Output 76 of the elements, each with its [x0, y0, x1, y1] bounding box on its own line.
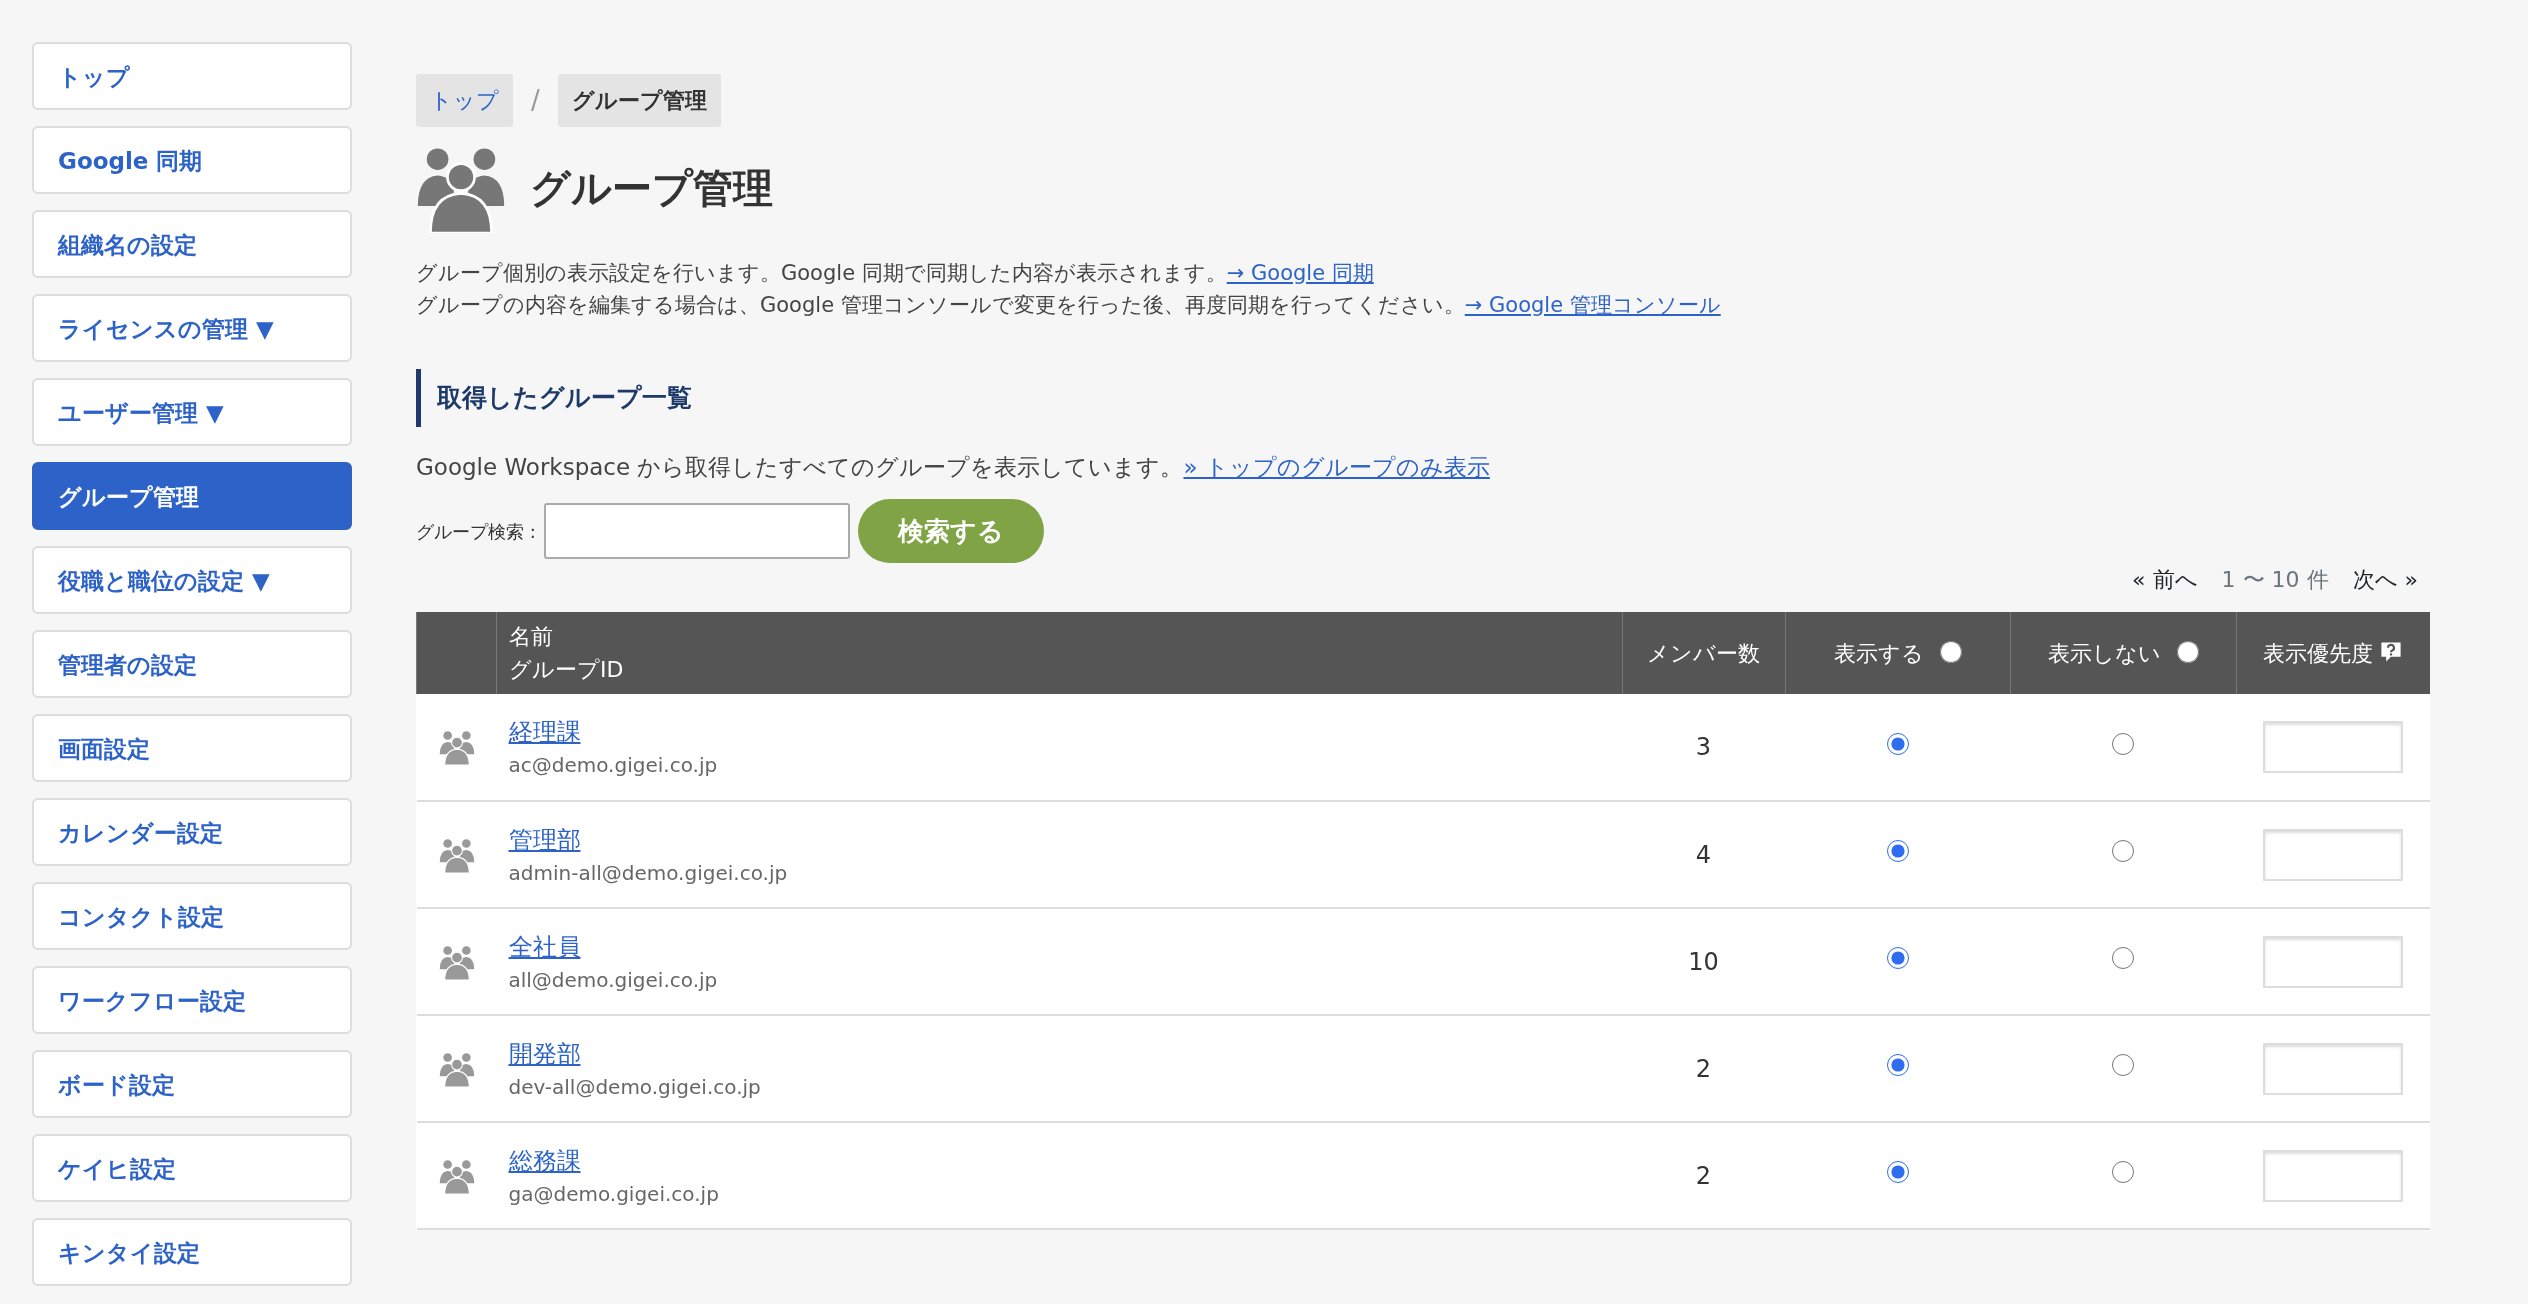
sidebar-item[interactable]: ユーザー管理 ▼ [32, 378, 352, 446]
description-text: グループ個別の表示設定を行います。Google 同期で同期した内容が表示されます。→ Google 同期 [416, 260, 1375, 287]
visibility-radio[interactable] [2112, 840, 2134, 862]
sidebar-item[interactable]: Google 同期 [32, 126, 352, 194]
visibility-radio[interactable] [1886, 840, 1909, 862]
column-header: メンバー数 [1622, 612, 1785, 694]
group-icon [438, 836, 475, 873]
visibility-radio[interactable] [2112, 1054, 2134, 1076]
group-icon [438, 943, 475, 980]
next-page-link[interactable]: 次へ » [2352, 563, 2418, 596]
sidebar-item[interactable]: 管理者の設定 [32, 630, 352, 698]
sidebar-item[interactable]: ボード設定 [32, 1050, 352, 1118]
breadcrumb-separator: / [531, 84, 540, 117]
group-name-link[interactable]: 管理部 [508, 825, 581, 854]
group-name-link[interactable]: 総務課 [508, 1146, 581, 1175]
previous-page-link[interactable]: « 前へ [2132, 563, 2198, 596]
help-icon[interactable] [2379, 639, 2404, 664]
sidebar-item[interactable]: トップ [32, 42, 352, 110]
sidebar-item[interactable]: カレンダー設定 [32, 798, 352, 866]
group-name-link[interactable]: 経理課 [508, 718, 581, 746]
sidebar-item[interactable]: キンタイ設定 [32, 1218, 352, 1286]
priority-field[interactable] [2263, 1149, 2403, 1202]
select-all-radio[interactable] [2176, 640, 2199, 663]
sidebar-item[interactable]: ワークフロー設定 [32, 966, 352, 1034]
filter-link[interactable]: » トップのグループのみ表示 [1183, 454, 1490, 480]
group-id: ac@demo.gigei.co.jp [508, 752, 719, 779]
visibility-radio[interactable] [2112, 1161, 2134, 1183]
group-id: admin-all@demo.gigei.co.jp [508, 859, 789, 887]
group-name-link[interactable]: 開発部 [508, 1039, 581, 1068]
sidebar-item[interactable]: ケイヒ設定 [32, 1134, 352, 1202]
visibility-radio[interactable] [1886, 1054, 1909, 1076]
group-id: ga@demo.gigei.co.jp [508, 1180, 720, 1208]
description-link[interactable]: → Google 同期 [1226, 261, 1374, 285]
sidebar-item[interactable]: グループ管理 [32, 462, 352, 530]
search-button[interactable]: 検索する [857, 499, 1044, 563]
column-header: グループID [509, 656, 625, 684]
member-count: 10 [1622, 908, 1785, 1015]
column-header: 表示しない [2047, 640, 2161, 666]
description-text: グループの内容を編集する場合は、Google 管理コンソールで変更を行った後、再度同期を行ってください。→ Google 管理コンソール [416, 292, 1722, 319]
sidebar-item[interactable]: コンタクト設定 [32, 882, 352, 950]
breadcrumb-item: グループ管理 [557, 74, 721, 127]
sidebar-item[interactable]: ライセンスの管理 ▼ [32, 294, 352, 362]
member-count: 2 [1622, 1015, 1785, 1122]
group-icon [438, 1157, 475, 1194]
section-note: Google Workspace から取得したすべてのグループを表示しています。» トップのグループのみ表示 [416, 453, 1491, 482]
column-header: 名前 [509, 623, 554, 651]
sidebar-item[interactable]: 組織名の設定 [32, 210, 352, 278]
sidebar-item[interactable]: 画面設定 [32, 714, 352, 782]
visibility-radio[interactable] [2112, 732, 2134, 755]
sidebar-item[interactable]: 役職と職位の設定 ▼ [32, 546, 352, 614]
column-header: 表示優先度 [2263, 640, 2374, 666]
group-id: all@demo.gigei.co.jp [508, 966, 719, 994]
group-icon [438, 1050, 475, 1087]
group-name-link[interactable]: 全社員 [508, 932, 581, 961]
member-count: 4 [1622, 801, 1785, 908]
group-icon [438, 729, 475, 765]
search-field[interactable] [543, 503, 850, 559]
priority-field[interactable] [2263, 721, 2403, 773]
select-all-radio[interactable] [1939, 640, 1962, 663]
visibility-radio[interactable] [1886, 732, 1909, 755]
visibility-radio[interactable] [2112, 947, 2134, 969]
column-header: 表示する [1833, 640, 1924, 666]
member-count: 3 [1622, 694, 1785, 801]
page-range: 1 〜 10 件 [2221, 566, 2329, 594]
visibility-radio[interactable] [1886, 1161, 1909, 1183]
priority-field[interactable] [2263, 935, 2403, 988]
page-title: グループ管理 [530, 164, 773, 212]
priority-field[interactable] [2263, 828, 2403, 881]
visibility-radio[interactable] [1886, 947, 1909, 969]
group-id: dev-all@demo.gigei.co.jp [508, 1073, 762, 1101]
member-count: 2 [1622, 1122, 1785, 1229]
priority-field[interactable] [2263, 1042, 2403, 1095]
section-heading: 取得したグループ一覧 [416, 369, 2430, 427]
search-label: グループ検索 : [416, 519, 536, 544]
description-link[interactable]: → Google 管理コンソール [1464, 293, 1721, 317]
breadcrumb-item[interactable]: トップ [416, 74, 513, 127]
